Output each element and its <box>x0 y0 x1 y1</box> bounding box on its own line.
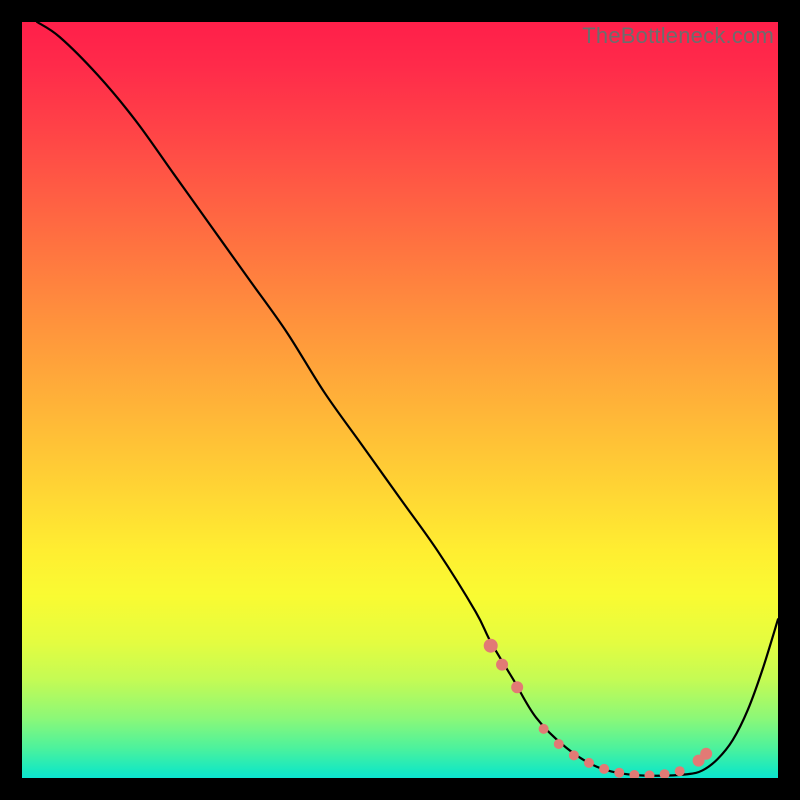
highlight-dots-group <box>484 639 712 778</box>
highlight-dot <box>660 769 670 778</box>
highlight-dot <box>644 770 654 778</box>
chart-frame: TheBottleneck.com <box>22 22 778 778</box>
highlight-dot <box>584 758 594 768</box>
highlight-dot <box>614 768 624 778</box>
highlight-dot <box>700 748 712 760</box>
highlight-dot <box>675 766 685 776</box>
bottleneck-curve-line <box>37 22 778 776</box>
highlight-dot <box>511 681 523 693</box>
highlight-dot <box>484 639 498 653</box>
bottleneck-chart <box>22 22 778 778</box>
highlight-dot <box>554 739 564 749</box>
highlight-dot <box>599 764 609 774</box>
highlight-dot <box>569 750 579 760</box>
highlight-dot <box>629 770 639 778</box>
watermark-text: TheBottleneck.com <box>582 23 774 49</box>
highlight-dot <box>496 659 508 671</box>
highlight-dot <box>539 724 549 734</box>
